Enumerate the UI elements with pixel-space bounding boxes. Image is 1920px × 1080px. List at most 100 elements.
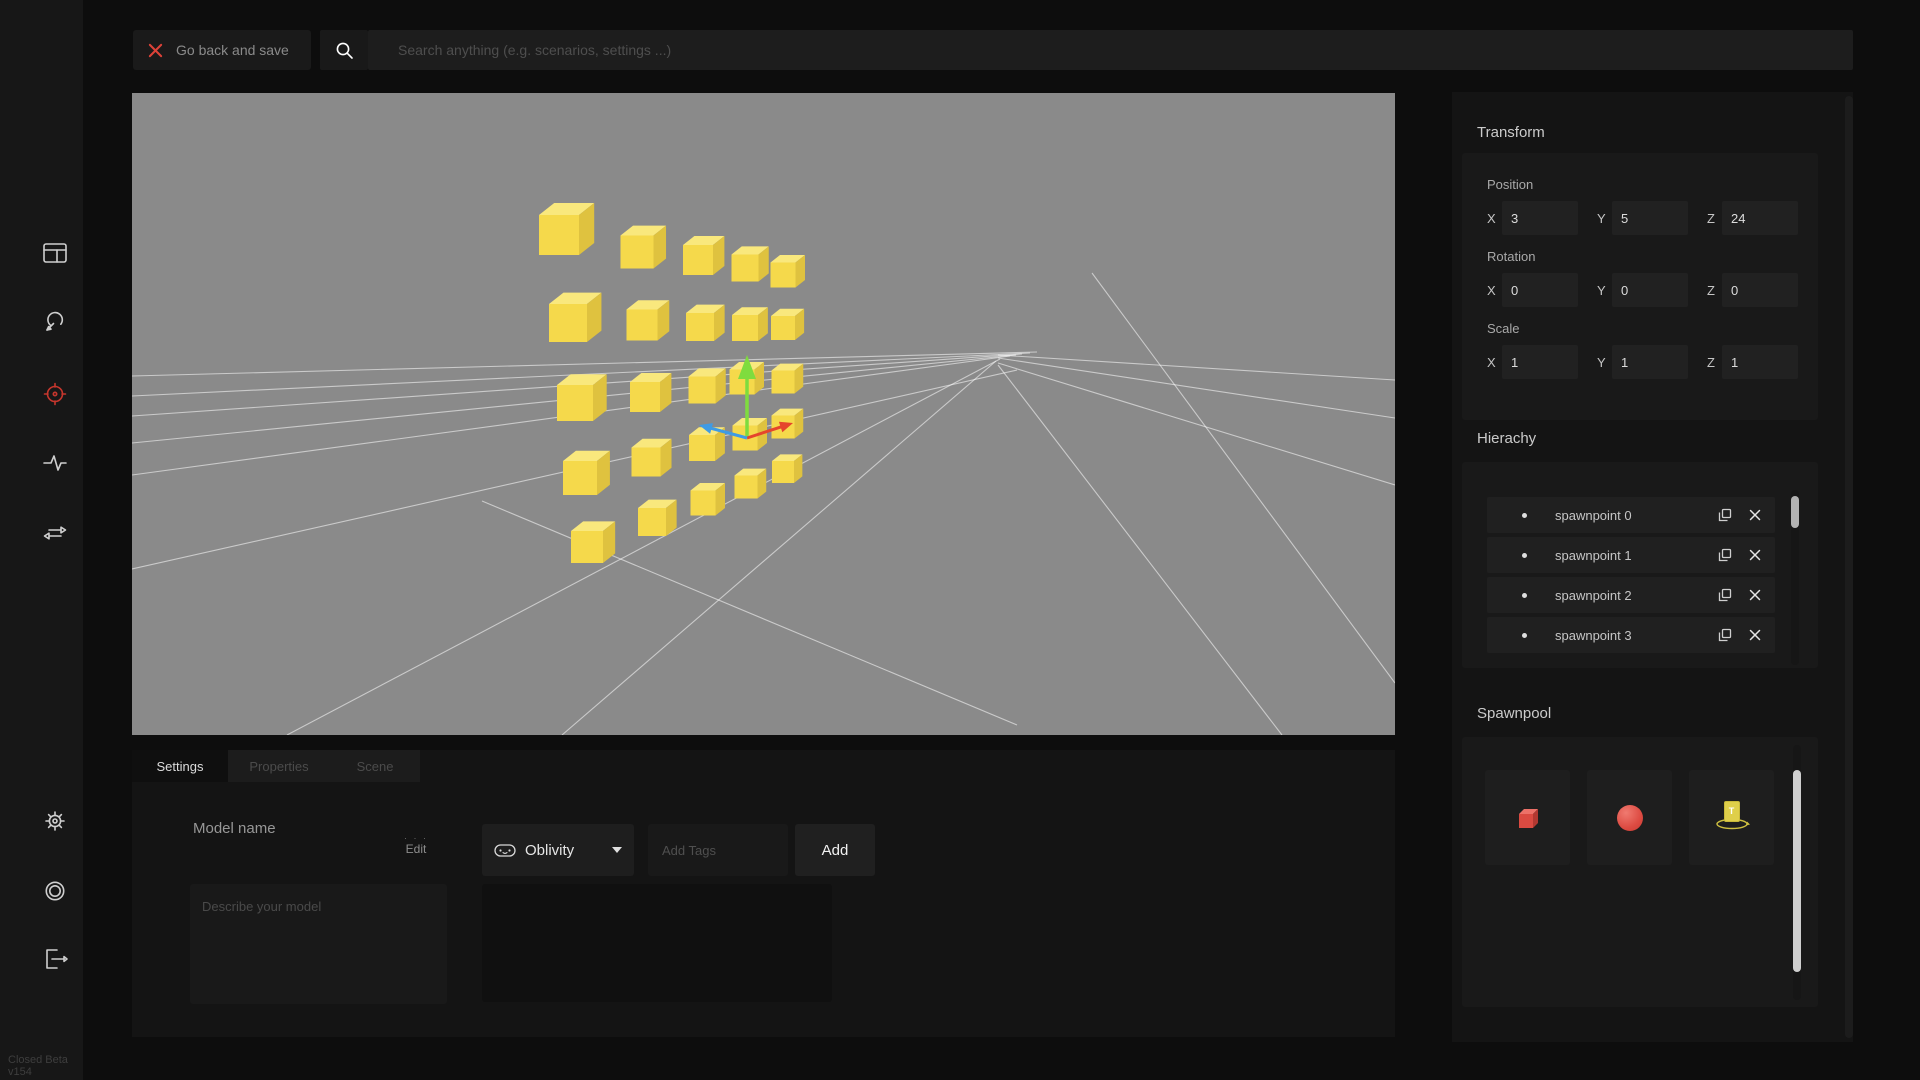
model-description-placeholder: Describe your model [202,899,321,914]
spawn-cube[interactable] [621,226,667,269]
logout-icon[interactable] [40,944,70,974]
spawn-cube[interactable] [563,451,610,495]
game-select-dropdown[interactable]: Oblivity [482,824,634,876]
duplicate-icon[interactable] [1718,508,1732,522]
viewport[interactable] [132,93,1395,735]
spawn-cube[interactable] [772,454,802,483]
position-y-input[interactable]: 5 [1612,201,1688,235]
hierarchy-title: Hierachy [1477,430,1536,447]
spawnpool-title: Spawnpool [1477,705,1551,722]
orbit-select-icon[interactable] [40,307,70,337]
delete-icon[interactable] [1749,549,1761,561]
spawnpool-scrollbar[interactable] [1793,745,1801,1000]
spawn-cube[interactable] [691,483,726,516]
red-cube-icon [1512,802,1544,834]
scale-z-input[interactable]: 1 [1722,345,1798,379]
search-input[interactable]: Search anything (e.g. scenarios, setting… [368,30,1853,70]
position-group: Position X 3 Y 5 Z 24 [1487,177,1818,235]
editor-screen: Closed Beta v154 Go back and save Search… [0,0,1920,1080]
tab-settings[interactable]: Settings [132,750,228,782]
activity-icon[interactable] [40,447,70,477]
axis-y-label: Y [1597,211,1612,226]
position-z-input[interactable]: 24 [1722,201,1798,235]
hierarchy-item[interactable]: spawnpoint 3 [1487,617,1775,653]
spawn-cube[interactable] [539,203,594,255]
viewport-canvas[interactable] [132,93,1395,735]
scale-x-input[interactable]: 1 [1502,345,1578,379]
spawnpool-panel: T [1462,737,1818,1007]
rotation-z-input[interactable]: 0 [1722,273,1798,307]
scale-label: Scale [1487,321,1818,336]
hierarchy-item-label: spawnpoint 0 [1555,508,1632,523]
spawnpool-item-red-sphere[interactable] [1587,770,1672,865]
spawn-cube[interactable] [632,439,672,477]
inspector-column: Transform Position X 3 Y 5 Z 24 Rotation… [1452,92,1853,1042]
spawn-cube[interactable] [732,246,769,281]
hierarchy-scrollbar[interactable] [1791,490,1799,665]
target-icon[interactable] [40,379,70,409]
inspector-scrollbar[interactable] [1845,96,1853,1038]
hierarchy-item[interactable]: spawnpoint 0 [1487,497,1775,533]
scale-y-input[interactable]: 1 [1612,345,1688,379]
add-tags-input[interactable]: Add Tags [648,824,788,876]
spawn-cube[interactable] [689,427,725,461]
transform-panel: Position X 3 Y 5 Z 24 Rotation X 0 Y 0 Z [1462,153,1818,420]
add-tag-button[interactable]: Add [795,824,875,876]
position-x-input[interactable]: 3 [1502,201,1578,235]
model-name-label: Model name [193,820,276,837]
rotation-x-input[interactable]: 0 [1502,273,1578,307]
bullet-icon [1522,513,1527,518]
tab-scene[interactable]: Scene [330,750,420,782]
settings-gear-icon[interactable] [40,806,70,836]
spawn-cube[interactable] [557,374,607,421]
spawn-cube[interactable] [735,469,767,499]
spawn-cube[interactable] [683,236,724,275]
hierarchy-item[interactable]: spawnpoint 1 [1487,537,1775,573]
search-icon-button[interactable] [320,30,368,70]
bullet-icon [1522,553,1527,558]
spawn-cube[interactable] [689,368,726,403]
spawn-cube[interactable] [549,293,601,342]
delete-icon[interactable] [1749,589,1761,601]
spawn-cube[interactable] [732,307,768,341]
axis-z-label: Z [1707,283,1722,298]
layout-panels-icon[interactable] [40,238,70,268]
axis-z-label: Z [1707,211,1722,226]
model-description-textarea[interactable]: Describe your model [190,884,447,1004]
rotation-label: Rotation [1487,249,1818,264]
edit-button[interactable]: · · · Edit [390,834,442,856]
hierarchy-item[interactable]: spawnpoint 2 [1487,577,1775,613]
search-icon [335,41,354,60]
rotation-y-input[interactable]: 0 [1612,273,1688,307]
tab-properties[interactable]: Properties [228,750,330,782]
spawn-cube[interactable] [638,500,677,536]
delete-icon[interactable] [1749,509,1761,521]
sidebar: Closed Beta v154 [0,0,83,1080]
spawn-cube[interactable] [771,255,806,288]
spawn-cube[interactable] [627,300,670,340]
token-label: T [1724,801,1740,822]
record-icon[interactable] [40,876,70,906]
spawn-cube[interactable] [771,309,804,340]
duplicate-icon[interactable] [1718,548,1732,562]
spawn-cube[interactable] [686,305,725,341]
hierarchy-scrollbar-thumb[interactable] [1791,496,1799,528]
delete-icon[interactable] [1749,629,1761,641]
go-back-save-button[interactable]: Go back and save [133,30,311,70]
spawn-cube[interactable] [630,373,671,412]
axis-x-label: X [1487,283,1502,298]
spawn-cube[interactable] [571,521,615,563]
duplicate-icon[interactable] [1718,628,1732,642]
edit-clipped-text: · · · [390,834,442,842]
spawnpool-item-token[interactable]: T [1689,770,1774,865]
spawn-cube[interactable] [772,364,804,394]
spawnpool-scrollbar-thumb[interactable] [1793,770,1801,972]
spawnpool-item-red-cube[interactable] [1485,770,1570,865]
rotation-group: Rotation X 0 Y 0 Z 0 [1487,249,1818,307]
bottom-tabstrip: Settings Properties Scene [132,750,420,782]
swap-arrows-icon[interactable] [40,518,70,548]
gamepad-icon [494,843,516,858]
bullet-icon [1522,633,1527,638]
duplicate-icon[interactable] [1718,588,1732,602]
hierarchy-item-label: spawnpoint 2 [1555,588,1632,603]
